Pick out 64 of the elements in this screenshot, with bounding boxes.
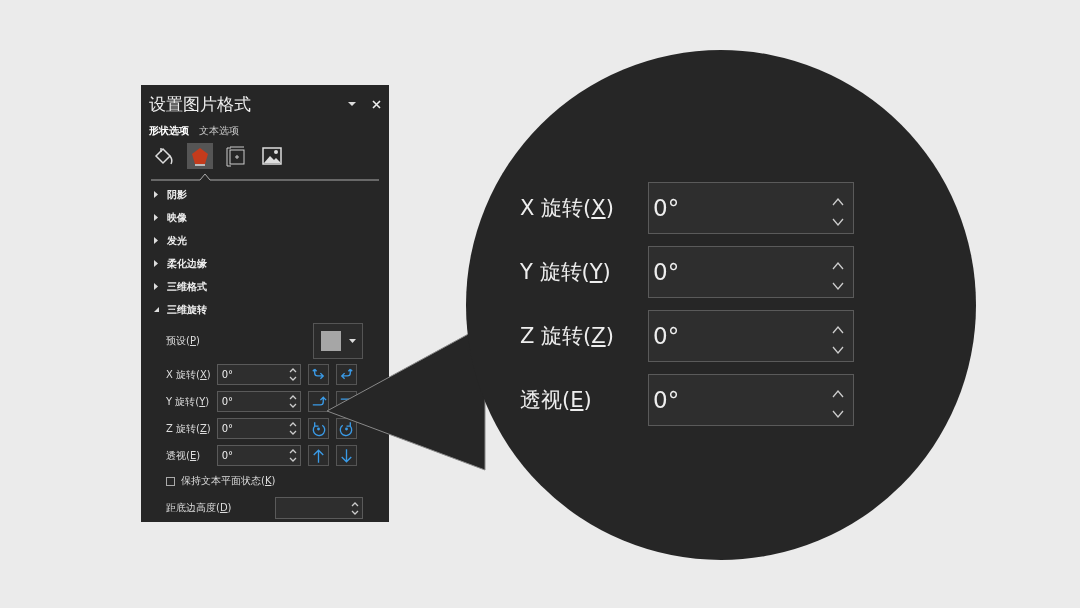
rotation-button[interactable]	[336, 418, 357, 439]
spin-up-icon	[832, 262, 844, 270]
section-header[interactable]: 发光	[149, 229, 193, 252]
section-header[interactable]: 映像	[149, 206, 193, 229]
spin-down-icon	[832, 282, 844, 290]
spin-field[interactable]	[275, 497, 363, 519]
spin-field[interactable]: 0°	[648, 310, 854, 362]
spin-up-icon	[832, 390, 844, 398]
spin-up-icon	[289, 449, 297, 454]
paint-bucket-icon	[153, 145, 175, 167]
rotation-label: Y 旋转(Y)	[520, 259, 612, 286]
spin-down-icon	[832, 346, 844, 354]
spin-up-icon	[289, 368, 297, 373]
spin-down-icon	[832, 410, 844, 418]
checkbox[interactable]	[166, 476, 175, 486]
caret-icon	[348, 339, 356, 343]
pane-title: 设置图片格式	[149, 93, 252, 116]
spin-up-icon	[289, 395, 297, 400]
spin-field[interactable]: 0°	[216, 445, 301, 466]
rotation-label: 透视(E)	[166, 448, 202, 463]
spin-down-icon	[289, 430, 297, 435]
pentagon-icon	[189, 145, 211, 167]
spin-field[interactable]: 0°	[216, 364, 301, 385]
preset-swatch	[320, 331, 341, 351]
rotation-button[interactable]	[336, 445, 357, 466]
section-header[interactable]: 三维旋转	[149, 298, 213, 321]
tab[interactable]: 文本选项	[199, 122, 239, 140]
spin-down-icon	[289, 457, 297, 462]
spin-field[interactable]: 0°	[648, 182, 854, 234]
close-icon	[372, 100, 381, 109]
preset-label: 预设(P)	[166, 334, 200, 348]
section-header[interactable]: 柔化边缘	[149, 252, 213, 275]
rotation-button[interactable]	[308, 418, 329, 439]
rotation-button[interactable]	[336, 364, 357, 385]
spin-up-icon	[832, 198, 844, 206]
spin-field[interactable]: 0°	[216, 391, 301, 412]
dropdown-icon	[348, 102, 356, 107]
spin-field[interactable]: 0°	[648, 246, 854, 298]
spin-down-icon	[289, 403, 297, 408]
rotation-label: X 旋转(X)	[520, 195, 615, 222]
rotation-button[interactable]	[308, 391, 329, 412]
rotation-button[interactable]	[308, 364, 329, 385]
tab[interactable]: 形状选项	[149, 122, 189, 140]
rotation-label: Y 旋转(Y)	[166, 394, 211, 409]
spin-field[interactable]: 0°	[216, 418, 301, 439]
size-position-icon	[225, 145, 247, 167]
rotation-label: X 旋转(X)	[166, 367, 212, 382]
distance-label: 距底边高度(D)	[166, 501, 232, 515]
rotation-label: Z 旋转(Z)	[520, 323, 615, 350]
rotation-label: 透视(E)	[520, 387, 593, 414]
spin-down-icon	[289, 376, 297, 381]
preset-dropdown[interactable]	[313, 323, 363, 359]
picture-icon	[261, 145, 283, 167]
spin-field[interactable]: 0°	[648, 374, 854, 426]
spin-down-icon	[351, 509, 359, 515]
checkbox-label: 保持文本平面状态(K)	[181, 474, 276, 488]
spin-down-icon	[832, 218, 844, 226]
rotation-button[interactable]	[308, 445, 329, 466]
spin-up-icon	[832, 326, 844, 334]
spin-up-icon	[351, 501, 359, 507]
rotation-label: Z 旋转(Z)	[166, 421, 212, 436]
section-header[interactable]: 阴影	[149, 183, 193, 206]
spin-up-icon	[289, 422, 297, 427]
section-header[interactable]: 三维格式	[149, 275, 213, 298]
